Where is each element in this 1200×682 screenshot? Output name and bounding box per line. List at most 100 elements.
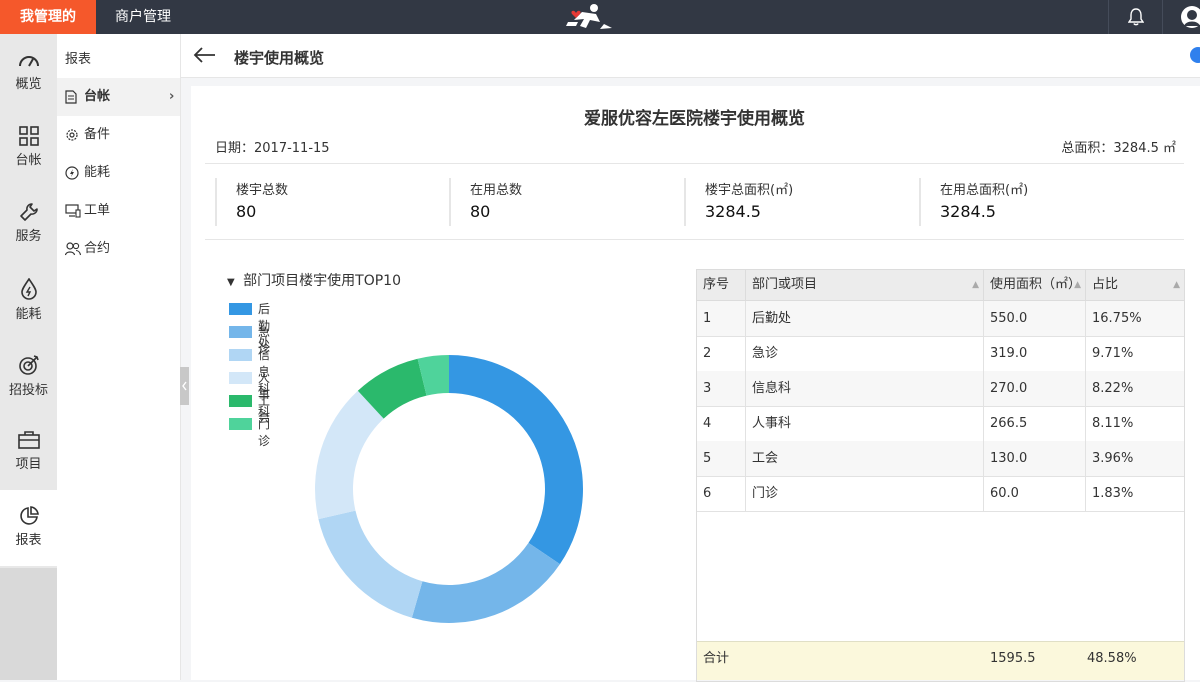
divider — [205, 239, 1184, 240]
table-row[interactable]: 5 工会 130.0 3.96% — [697, 441, 1184, 477]
subnav-item-label: 工单 — [84, 203, 111, 218]
cell-area: 319.0 — [984, 336, 1086, 371]
gauge-icon — [18, 56, 39, 67]
table-row[interactable]: 4 人事科 266.5 8.11% — [697, 406, 1184, 442]
nav-item-label: 报表 — [15, 533, 42, 548]
stat-label: 楼宇总面积(㎡) — [705, 183, 794, 198]
document-icon — [65, 90, 77, 104]
donut-slice-4[interactable] — [315, 390, 384, 520]
sort-icon: ▲ — [1173, 280, 1180, 290]
cell-ratio: 16.75% — [1092, 311, 1142, 326]
divider — [205, 163, 1184, 164]
cell-ratio: 8.11% — [1092, 416, 1134, 431]
bell-icon — [1128, 8, 1144, 26]
table-row[interactable]: 2 急诊 319.0 9.71% — [697, 336, 1184, 372]
cell-department: 人事科 — [746, 406, 984, 441]
column-header-label: 部门或项目 — [752, 277, 818, 292]
cell-department: 后勤处 — [746, 301, 984, 336]
report-date: 日期：2017-11-15 — [215, 141, 330, 156]
sidebar-collapse-handle[interactable] — [180, 367, 189, 405]
report-total-area: 总面积：3284.5 ㎡ — [1061, 141, 1176, 156]
column-header-area[interactable]: 使用面积（㎡） ▲ — [984, 270, 1086, 300]
info-icon[interactable] — [1190, 47, 1200, 63]
footer-ratio: 48.58% — [1087, 651, 1137, 666]
nav-item-reports[interactable]: 报表 — [0, 490, 57, 566]
tab-my-managed[interactable]: 我管理的 — [0, 0, 96, 34]
cell-index: 5 — [697, 441, 746, 476]
column-header-index[interactable]: 序号 — [697, 270, 746, 300]
secondary-sidebar: 报表 台帐 › 备件 能耗 工单 合约 — [57, 34, 181, 680]
table-row[interactable]: 3 信息科 270.0 8.22% — [697, 371, 1184, 407]
arrow-left-icon[interactable] — [193, 46, 217, 64]
nav-item-service[interactable]: 服务 — [0, 186, 57, 262]
avatar-icon — [1181, 6, 1200, 28]
stat-value: 3284.5 — [705, 202, 761, 221]
monitor-icon — [65, 204, 81, 218]
cell-index: 6 — [697, 476, 746, 511]
pie-icon — [19, 506, 39, 525]
briefcase-icon — [17, 431, 40, 449]
nav-item-label: 概览 — [15, 77, 42, 92]
stat-value: 80 — [236, 202, 257, 221]
usage-table: 序号 部门或项目 ▲ 使用面积（㎡） ▲ 占比 ▲ 1 后勤处 550.0 16… — [696, 269, 1185, 682]
cell-index: 4 — [697, 406, 746, 441]
drop-icon — [20, 278, 37, 300]
notification-button[interactable] — [1108, 0, 1163, 34]
stat-in-use-area: 在用总面积(㎡) 3284.5 — [919, 178, 1155, 226]
donut-slice-1[interactable] — [449, 355, 583, 565]
report-card: 爱服优容左医院楼宇使用概览 日期：2017-11-15 总面积：3284.5 ㎡… — [191, 86, 1200, 682]
cell-index: 3 — [697, 371, 746, 406]
table-row[interactable]: 1 后勤处 550.0 16.75% — [697, 301, 1184, 337]
subnav-item-label: 台帐 — [84, 89, 111, 104]
sort-icon: ▲ — [972, 280, 979, 290]
column-header-label: 使用面积（㎡） — [990, 277, 1082, 292]
subnav-title: 报表 — [65, 52, 92, 67]
nav-item-label: 项目 — [15, 457, 42, 472]
subnav-item-contracts[interactable]: 合约 — [57, 230, 180, 268]
nav-item-label: 招投标 — [8, 383, 48, 398]
nav-item-label: 服务 — [15, 229, 42, 244]
column-header-department[interactable]: 部门或项目 ▲ — [746, 270, 984, 300]
subnav-item-work-orders[interactable]: 工单 — [57, 192, 180, 230]
nav-item-projects[interactable]: 项目 — [0, 414, 57, 490]
nav-item-overview[interactable]: 概览 — [0, 34, 57, 110]
chevron-left-icon — [182, 381, 187, 391]
cell-index: 1 — [697, 301, 746, 336]
chart-title-toggle[interactable]: ▼ 部门项目楼宇使用TOP10 — [227, 270, 401, 290]
cell-department: 门诊 — [746, 476, 984, 511]
table-row[interactable]: 6 门诊 60.0 1.83% — [697, 476, 1184, 512]
subnav-item-ledger[interactable]: 台帐 › — [57, 78, 180, 116]
stat-value: 3284.5 — [940, 202, 996, 221]
legend-label: 门诊 — [258, 417, 271, 448]
cell-area: 130.0 — [984, 441, 1086, 476]
stat-building-count: 楼宇总数 80 — [215, 178, 451, 226]
top-bar: 我管理的 商户管理 — [0, 0, 1200, 34]
bolt-icon — [65, 166, 79, 180]
grid-icon — [18, 126, 39, 146]
user-menu[interactable] — [1162, 0, 1200, 34]
wrench-icon — [19, 203, 38, 221]
cell-area: 270.0 — [984, 371, 1086, 406]
legend-swatch — [229, 303, 252, 315]
nav-item-label: 台帐 — [15, 153, 42, 168]
nav-item-energy[interactable]: 能耗 — [0, 262, 57, 338]
legend-swatch — [229, 349, 252, 361]
column-header-label: 序号 — [703, 277, 730, 292]
legend-swatch — [229, 372, 252, 384]
column-header-ratio[interactable]: 占比 ▲ — [1086, 270, 1184, 300]
nav-item-bidding[interactable]: 招投标 — [0, 338, 57, 414]
cell-ratio: 8.22% — [1092, 381, 1134, 396]
donut-chart — [315, 355, 583, 623]
nav-item-ledger[interactable]: 台帐 — [0, 110, 57, 186]
runner-logo-icon[interactable] — [560, 2, 614, 32]
gear-icon — [66, 129, 78, 141]
subnav-item-energy[interactable]: 能耗 — [57, 154, 180, 192]
subnav-item-spare-parts[interactable]: 备件 — [57, 116, 180, 154]
donut-slice-3[interactable] — [318, 510, 423, 618]
nav-item-label: 能耗 — [15, 307, 42, 322]
stat-label: 在用总面积(㎡) — [940, 183, 1029, 198]
donut-slice-2[interactable] — [411, 542, 560, 623]
cell-index: 2 — [697, 336, 746, 371]
legend-swatch — [229, 395, 252, 407]
tab-merchant-management[interactable]: 商户管理 — [96, 0, 190, 34]
